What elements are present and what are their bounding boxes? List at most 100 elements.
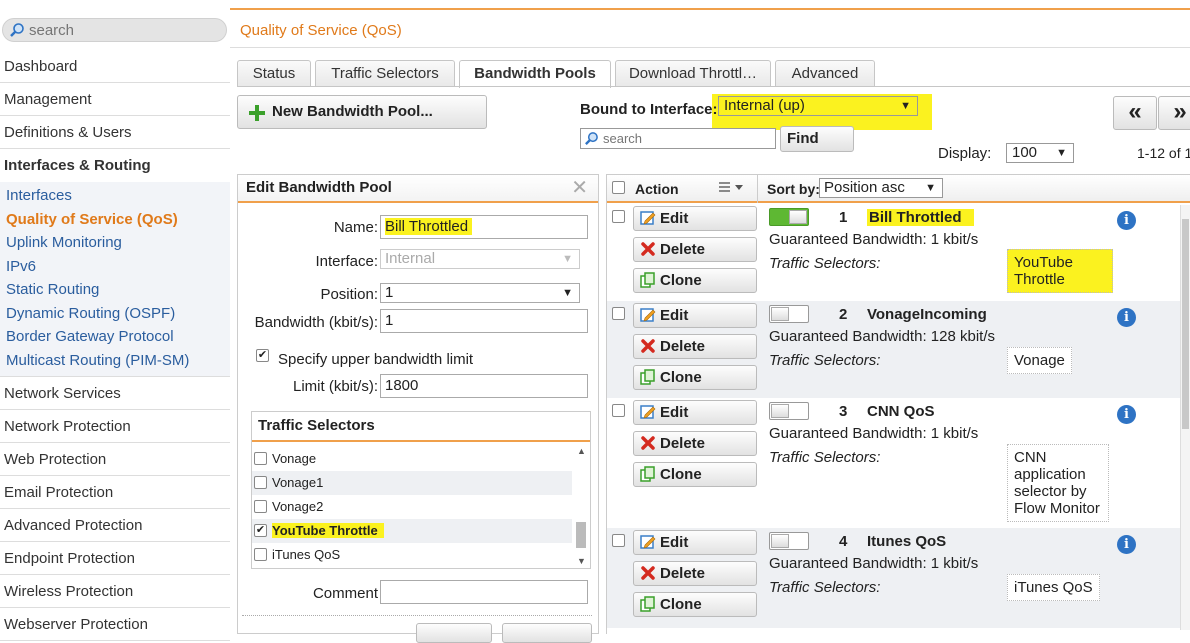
plus-icon [248,102,266,134]
sort-by-select[interactable]: Position asc ▼ [819,178,943,198]
sidebar-search[interactable] [2,18,227,42]
sidebar-search-input[interactable] [27,20,222,40]
nav-static-routing[interactable]: Static Routing [0,278,230,302]
display-select[interactable]: 100 ▼ [1006,143,1074,163]
header-divider [757,175,758,203]
nav-bgp[interactable]: Border Gateway Protocol [0,325,230,349]
list-search[interactable] [580,128,776,149]
pool-enable-toggle[interactable] [769,305,809,323]
ts-item-vonage1[interactable]: Vonage1 [252,471,572,495]
list-scrollbar[interactable] [1180,205,1190,630]
delete-label: Delete [660,565,706,582]
edit-icon [640,534,656,557]
nav-network-services[interactable]: Network Services [0,377,230,410]
bound-interface-select[interactable]: Internal (up) ▼ [718,96,918,116]
edit-button[interactable]: Edit [633,400,757,425]
row-checkbox[interactable] [612,210,625,223]
upper-limit-checkbox[interactable]: ✔ [256,349,269,362]
nav-web-protection[interactable]: Web Protection [0,443,230,476]
column-menu-icon[interactable] [719,180,745,197]
nav-endpoint-protection[interactable]: Endpoint Protection [0,542,230,575]
ts-item-youtube-throttle[interactable]: ✔ YouTube Throttle [252,519,572,543]
ts-item-itunes-qos[interactable]: iTunes QoS [252,543,572,567]
delete-button[interactable]: Delete [633,334,757,359]
save-button[interactable] [416,623,492,643]
position-value: 1 [385,284,394,301]
ts-checkbox[interactable] [254,548,267,561]
interface-select: Internal ▼ [380,249,580,269]
row-checkbox[interactable] [612,307,625,320]
scroll-up-icon[interactable]: ▲ [577,446,586,456]
delete-button[interactable]: Delete [633,561,757,586]
scroll-down-icon[interactable]: ▼ [577,556,586,566]
info-icon[interactable]: i [1117,211,1136,230]
select-all-checkbox[interactable] [612,181,625,194]
nav-ipv6[interactable]: IPv6 [0,255,230,279]
close-icon[interactable]: ✕ [571,175,588,201]
row-checkbox[interactable] [612,404,625,417]
new-bandwidth-pool-button[interactable]: New Bandwidth Pool... [237,95,487,129]
bandwidth-field[interactable]: 1 [380,309,588,333]
limit-label: Limit (kbit/s): [292,378,378,395]
tab-traffic-selectors[interactable]: Traffic Selectors [315,60,455,87]
nav-network-protection[interactable]: Network Protection [0,410,230,443]
pool-ts-label: Traffic Selectors: [769,352,881,369]
ts-item-label: iTunes QoS [272,547,341,562]
ts-item-vonage[interactable]: Vonage [252,447,572,471]
list-search-input[interactable] [601,130,771,147]
pool-guaranteed-bandwidth: Guaranteed Bandwidth: 1 kbit/s [769,231,979,248]
tab-download-throttling[interactable]: Download Throttl… [615,60,771,87]
position-select[interactable]: 1 ▼ [380,283,580,303]
delete-button[interactable]: Delete [633,431,757,456]
edit-icon [640,307,656,330]
name-field[interactable]: Bill Throttled [380,215,588,239]
ts-checkbox[interactable] [254,452,267,465]
pager-next-button[interactable]: » [1158,96,1190,130]
clone-button[interactable]: Clone [633,592,757,617]
ts-checkbox[interactable] [254,500,267,513]
pager-first-button[interactable]: « [1113,96,1157,130]
tab-advanced[interactable]: Advanced [775,60,875,87]
info-icon[interactable]: i [1117,535,1136,554]
nav-email-protection[interactable]: Email Protection [0,476,230,509]
nav-dashboard[interactable]: Dashboard [0,50,230,83]
nav-management[interactable]: Management [0,83,230,116]
comment-field[interactable] [380,580,588,604]
nav-multicast[interactable]: Multicast Routing (PIM-SM) [0,349,230,373]
ts-scroll-thumb[interactable] [576,522,586,548]
pool-enable-toggle[interactable] [769,532,809,550]
edit-button[interactable]: Edit [633,206,757,231]
clone-button[interactable]: Clone [633,365,757,390]
nav-interfaces-routing[interactable]: Interfaces & Routing [0,149,230,182]
nav-advanced-protection[interactable]: Advanced Protection [0,509,230,542]
pool-enable-toggle[interactable] [769,402,809,420]
pool-ts-label: Traffic Selectors: [769,449,881,466]
nav-qos[interactable]: Quality of Service (QoS) [0,208,230,232]
info-icon[interactable]: i [1117,405,1136,424]
cancel-button[interactable] [502,623,592,643]
ts-checkbox[interactable]: ✔ [254,524,267,537]
tab-bandwidth-pools[interactable]: Bandwidth Pools [459,60,611,88]
nav-uplink-monitoring[interactable]: Uplink Monitoring [0,231,230,255]
find-button[interactable]: Find [780,126,854,152]
edit-button[interactable]: Edit [633,530,757,555]
list-scroll-thumb[interactable] [1182,219,1189,429]
tab-status[interactable]: Status [237,60,311,87]
nav-wireless-protection[interactable]: Wireless Protection [0,575,230,608]
ts-scrollbar[interactable]: ▲ ▼ [574,446,588,566]
ts-item-vonage2[interactable]: Vonage2 [252,495,572,519]
delete-button[interactable]: Delete [633,237,757,262]
ts-checkbox[interactable] [254,476,267,489]
clone-button[interactable]: Clone [633,268,757,293]
limit-field[interactable]: 1800 [380,374,588,398]
row-checkbox[interactable] [612,534,625,547]
edit-button[interactable]: Edit [633,303,757,328]
pool-enable-toggle[interactable] [769,208,809,226]
table-row: Edit Delete Clone 3 CNN QoS Guaranteed B… [607,398,1190,528]
clone-button[interactable]: Clone [633,462,757,487]
info-icon[interactable]: i [1117,308,1136,327]
nav-interfaces[interactable]: Interfaces [0,184,230,208]
nav-webserver-protection[interactable]: Webserver Protection [0,608,230,641]
nav-definitions-users[interactable]: Definitions & Users [0,116,230,149]
nav-ospf[interactable]: Dynamic Routing (OSPF) [0,302,230,326]
